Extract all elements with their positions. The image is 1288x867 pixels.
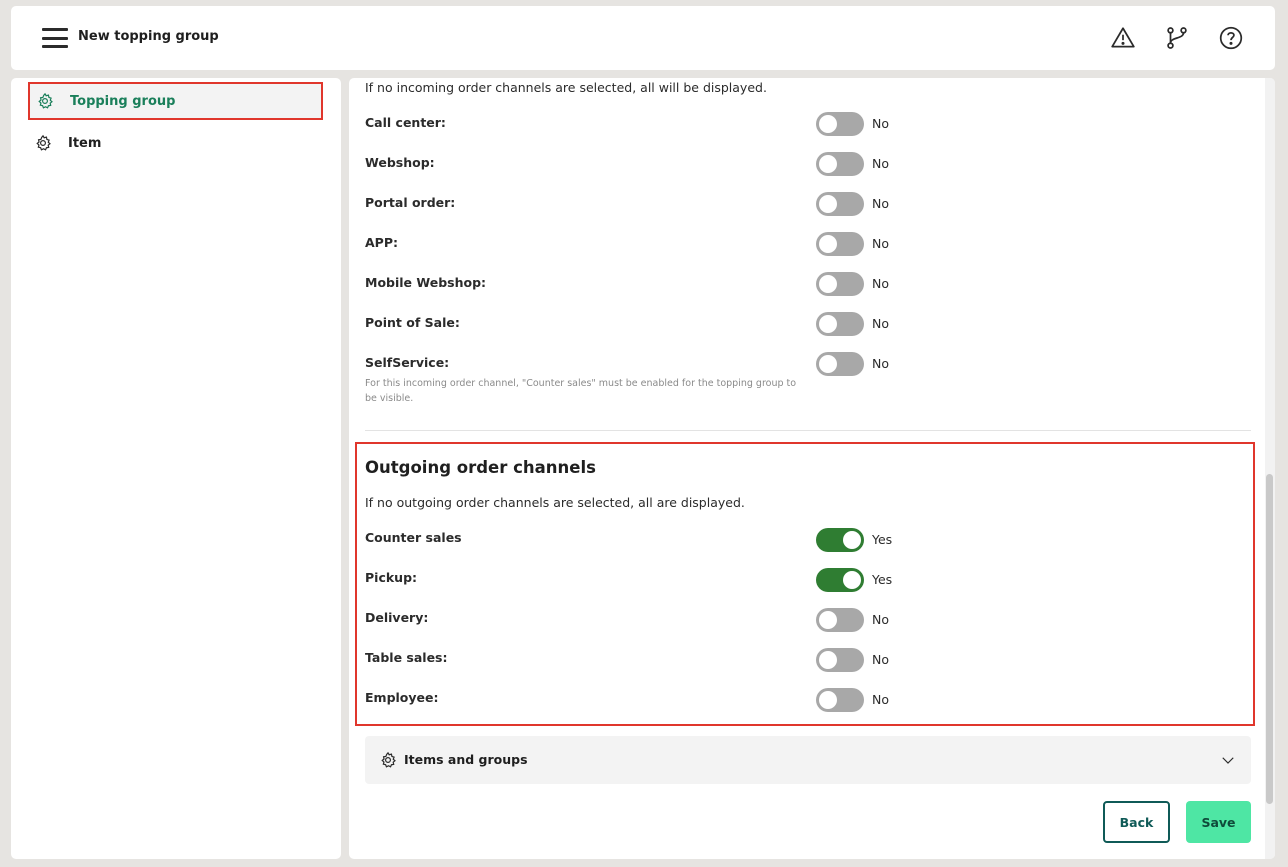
channel-label: Employee: xyxy=(365,690,439,705)
accordion-label: Items and groups xyxy=(404,752,528,767)
toggle-portal-order[interactable] xyxy=(816,192,864,216)
channel-label: Counter sales xyxy=(365,530,462,545)
channel-label: Table sales: xyxy=(365,650,448,665)
outgoing-section-title: Outgoing order channels xyxy=(365,458,596,477)
incoming-description: If no incoming order channels are select… xyxy=(365,80,767,95)
toggle-state: No xyxy=(872,692,889,707)
help-icon[interactable] xyxy=(1218,25,1244,51)
scrollbar[interactable] xyxy=(1265,78,1275,859)
back-button[interactable]: Back xyxy=(1103,801,1170,843)
toggle-app[interactable] xyxy=(816,232,864,256)
channel-label: Portal order: xyxy=(365,195,456,210)
items-and-groups-accordion[interactable]: Items and groups xyxy=(365,736,1251,784)
toggle-mobile-webshop[interactable] xyxy=(816,272,864,296)
selfservice-note: For this incoming order channel, "Counte… xyxy=(365,378,797,404)
outgoing-section-highlight xyxy=(355,442,1255,726)
save-button[interactable]: Save xyxy=(1186,801,1251,843)
main-panel: If no incoming order channels are select… xyxy=(349,78,1275,859)
toggle-point-of-sale[interactable] xyxy=(816,312,864,336)
toggle-table-sales[interactable] xyxy=(816,648,864,672)
toggle-state: No xyxy=(872,196,889,211)
toggle-state: No xyxy=(872,156,889,171)
channel-label: Call center: xyxy=(365,115,446,130)
divider xyxy=(365,430,1251,431)
channel-label: Delivery: xyxy=(365,610,429,625)
toggle-selfservice[interactable] xyxy=(816,352,864,376)
sidebar: Topping group Item xyxy=(11,78,341,859)
menu-icon[interactable] xyxy=(42,28,68,48)
toggle-employee[interactable] xyxy=(816,688,864,712)
gear-icon xyxy=(379,751,397,769)
toggle-state: No xyxy=(872,236,889,251)
toggle-state: No xyxy=(872,316,889,331)
gear-icon xyxy=(34,134,52,152)
channel-label: Mobile Webshop: xyxy=(365,275,487,290)
sidebar-item-label: Topping group xyxy=(70,93,176,109)
branch-icon[interactable] xyxy=(1164,25,1190,51)
toggle-pickup[interactable] xyxy=(816,568,864,592)
warning-icon[interactable] xyxy=(1110,25,1136,51)
toggle-state: No xyxy=(872,652,889,667)
gear-icon xyxy=(36,92,54,110)
toggle-state: Yes xyxy=(872,572,893,587)
toggle-delivery[interactable] xyxy=(816,608,864,632)
toggle-state: No xyxy=(872,612,889,627)
channel-label: Pickup: xyxy=(365,570,418,585)
toggle-state: No xyxy=(872,356,889,371)
chevron-down-icon[interactable] xyxy=(1219,751,1237,769)
page-title: New topping group xyxy=(78,29,219,44)
toggle-counter-sales[interactable] xyxy=(816,528,864,552)
channel-label: Point of Sale: xyxy=(365,315,460,330)
top-header: New topping group xyxy=(11,6,1275,70)
channel-label: APP: xyxy=(365,235,398,250)
channel-label: Webshop: xyxy=(365,155,435,170)
toggle-webshop[interactable] xyxy=(816,152,864,176)
sidebar-item-label: Item xyxy=(68,135,102,151)
channel-label: SelfService: xyxy=(365,355,450,370)
sidebar-item-item[interactable]: Item xyxy=(28,124,323,162)
sidebar-item-topping-group[interactable]: Topping group xyxy=(28,82,323,120)
scrollbar-thumb[interactable] xyxy=(1266,474,1273,804)
toggle-state: No xyxy=(872,116,889,131)
toggle-state: No xyxy=(872,276,889,291)
toggle-call-center[interactable] xyxy=(816,112,864,136)
outgoing-description: If no outgoing order channels are select… xyxy=(365,495,745,510)
toggle-state: Yes xyxy=(872,532,893,547)
